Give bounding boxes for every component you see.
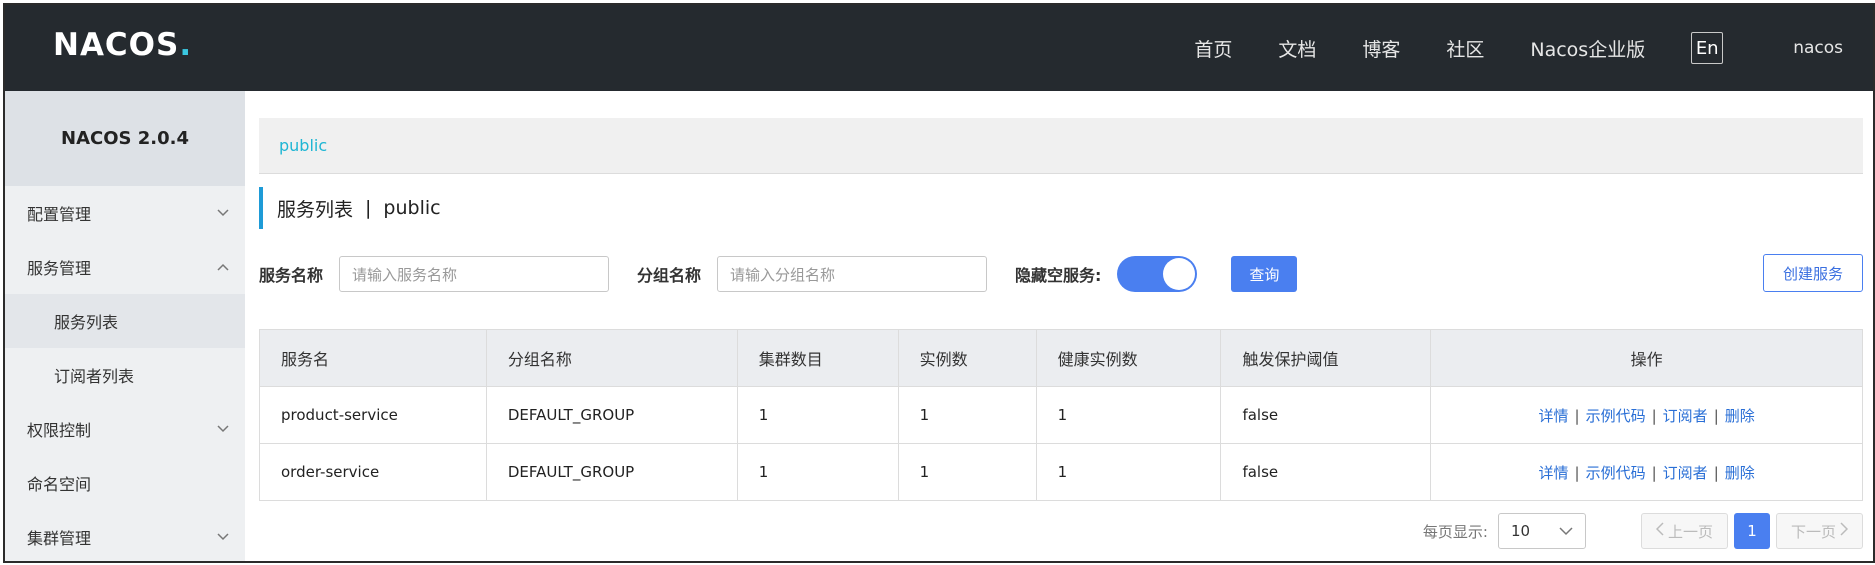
page-title-namespace: public	[383, 197, 441, 219]
cell-cluster-count: 1	[736, 443, 899, 501]
cell-actions: 详情 | 示例代码 | 订阅者 | 删除	[1430, 386, 1863, 444]
sample-code-link[interactable]: 示例代码	[1586, 407, 1646, 425]
detail-link[interactable]: 详情	[1539, 407, 1569, 425]
sidebar-item-service-mgmt[interactable]: 服务管理	[5, 240, 245, 294]
service-name-label: 服务名称	[259, 266, 324, 285]
language-toggle-button[interactable]: En	[1691, 32, 1724, 64]
chevron-right-icon	[1840, 522, 1849, 540]
hide-empty-label: 隐藏空服务:	[1015, 266, 1102, 285]
page-number-current[interactable]: 1	[1733, 513, 1770, 549]
sidebar-item-label: 集群管理	[27, 529, 92, 548]
chevron-down-icon	[217, 421, 229, 437]
sidebar-item-namespace[interactable]: 命名空间	[5, 456, 245, 510]
sidebar-item-config[interactable]: 配置管理	[5, 186, 245, 240]
sidebar-item-label: 命名空间	[27, 475, 92, 494]
col-instance-count: 实例数	[897, 329, 1037, 387]
detail-link[interactable]: 详情	[1539, 464, 1569, 482]
per-page-select[interactable]: 10	[1497, 513, 1586, 549]
sidebar: NACOS 2.0.4 配置管理 服务管理 服务列表 订阅者列表 权限控制 命名	[5, 91, 245, 561]
sample-code-link[interactable]: 示例代码	[1586, 464, 1646, 482]
cell-actions: 详情 | 示例代码 | 订阅者 | 删除	[1430, 443, 1863, 501]
sidebar-item-subscribers[interactable]: 订阅者列表	[5, 348, 245, 402]
chevron-down-icon	[217, 205, 229, 221]
col-protect-threshold: 触发保护阈值	[1220, 329, 1432, 387]
col-healthy-count: 健康实例数	[1035, 329, 1222, 387]
col-group-name: 分组名称	[485, 329, 738, 387]
cell-service-name: product-service	[259, 386, 487, 444]
sidebar-item-label: 权限控制	[27, 421, 92, 440]
top-navbar: NACOS. 首页 文档 博客 社区 Nacos企业版 En nacos	[5, 5, 1873, 91]
next-page-label: 下一页	[1790, 522, 1836, 541]
sidebar-item-label: 服务管理	[27, 259, 92, 278]
nacos-logo[interactable]: NACOS.	[53, 27, 192, 63]
user-name[interactable]: nacos	[1793, 38, 1843, 58]
next-page-button[interactable]: 下一页	[1775, 513, 1863, 549]
col-actions: 操作	[1430, 329, 1863, 387]
sidebar-item-label: 配置管理	[27, 205, 92, 224]
nav-home[interactable]: 首页	[1194, 35, 1232, 62]
hide-empty-toggle[interactable]	[1117, 256, 1198, 292]
subscribers-link[interactable]: 订阅者	[1663, 407, 1708, 425]
per-page-value: 10	[1510, 522, 1531, 540]
prev-page-label: 上一页	[1667, 522, 1713, 541]
delete-link[interactable]: 删除	[1725, 407, 1755, 425]
page-title-text: 服务列表	[277, 198, 354, 221]
nav-community[interactable]: 社区	[1446, 35, 1484, 62]
main-content: public 服务列表 | public 服务名称 请输入服务名称 分组名称 请…	[259, 91, 1863, 561]
service-name-input[interactable]: 请输入服务名称	[339, 256, 610, 292]
table-row: order-service DEFAULT_GROUP 1 1 1 false …	[259, 443, 1863, 501]
cell-instance-count: 1	[897, 443, 1037, 501]
cell-healthy-count: 1	[1035, 443, 1222, 501]
nav-docs[interactable]: 文档	[1278, 35, 1316, 62]
sidebar-item-access-control[interactable]: 权限控制	[5, 402, 245, 456]
cell-cluster-count: 1	[736, 386, 899, 444]
filter-bar: 服务名称 请输入服务名称 分组名称 请输入分组名称 隐藏空服务: 查询 创建服务	[259, 254, 1863, 294]
namespace-bar: public	[259, 118, 1863, 174]
create-service-button[interactable]: 创建服务	[1763, 254, 1863, 292]
cell-service-name: order-service	[259, 443, 487, 501]
table-row: product-service DEFAULT_GROUP 1 1 1 fals…	[259, 386, 1863, 444]
nav-enterprise[interactable]: Nacos企业版	[1530, 35, 1645, 62]
cell-protect-threshold: false	[1220, 386, 1432, 444]
prev-page-button[interactable]: 上一页	[1640, 513, 1728, 549]
version-title: NACOS 2.0.4	[5, 91, 245, 186]
subscribers-link[interactable]: 订阅者	[1663, 464, 1708, 482]
query-button[interactable]: 查询	[1231, 256, 1298, 292]
service-table: 服务名 分组名称 集群数目 实例数 健康实例数 触发保护阈值 操作 produc…	[259, 329, 1863, 501]
sidebar-item-label: 订阅者列表	[54, 367, 135, 386]
group-name-input[interactable]: 请输入分组名称	[717, 256, 988, 292]
col-service-name: 服务名	[259, 329, 487, 387]
cell-group-name: DEFAULT_GROUP	[485, 386, 738, 444]
sidebar-item-service-list[interactable]: 服务列表	[5, 294, 245, 348]
cell-healthy-count: 1	[1035, 386, 1222, 444]
chevron-down-icon	[1559, 522, 1573, 540]
group-name-label: 分组名称	[637, 266, 702, 285]
table-header-row: 服务名 分组名称 集群数目 实例数 健康实例数 触发保护阈值 操作	[259, 329, 1863, 387]
app-window: NACOS. 首页 文档 博客 社区 Nacos企业版 En nacos NAC…	[3, 3, 1875, 563]
nav-blog[interactable]: 博客	[1362, 35, 1400, 62]
page-title: 服务列表 | public	[259, 187, 441, 229]
pagination: 每页显示: 10 上一页 1 下一页	[1423, 512, 1863, 550]
col-cluster-count: 集群数目	[736, 329, 899, 387]
sidebar-item-cluster[interactable]: 集群管理	[5, 510, 245, 561]
cell-instance-count: 1	[897, 386, 1037, 444]
namespace-link-public[interactable]: public	[279, 136, 327, 155]
sidebar-item-label: 服务列表	[54, 313, 119, 332]
chevron-left-icon	[1655, 522, 1664, 540]
per-page-label: 每页显示:	[1422, 522, 1488, 541]
chevron-down-icon	[217, 529, 229, 545]
cell-protect-threshold: false	[1220, 443, 1432, 501]
toggle-knob	[1163, 258, 1196, 290]
title-separator: |	[365, 197, 372, 219]
chevron-up-icon	[217, 259, 229, 275]
top-nav: 首页 文档 博客 社区 Nacos企业版 En nacos	[1194, 5, 1873, 91]
delete-link[interactable]: 删除	[1725, 464, 1755, 482]
cell-group-name: DEFAULT_GROUP	[485, 443, 738, 501]
